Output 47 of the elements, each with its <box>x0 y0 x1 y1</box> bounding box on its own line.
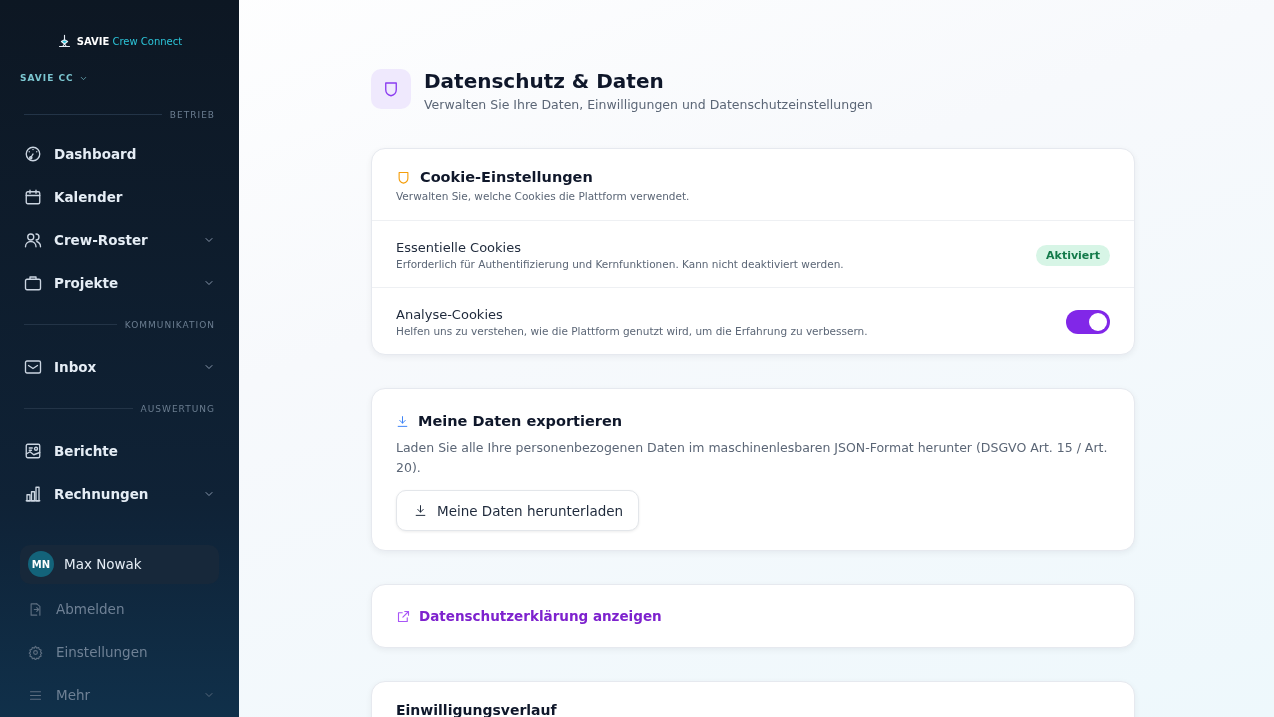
nav-item[interactable]: Abmelden <box>56 601 215 618</box>
setting-description: Helfen uns zu verstehen, wie die Plattform genutzt wird, um die Erfahrung zu verbessern. <box>396 325 869 337</box>
download-icon <box>396 414 409 428</box>
nav-item[interactable]: Einstellungen <box>56 644 215 661</box>
external-link-icon <box>396 608 411 624</box>
briefcase-icon <box>24 273 42 292</box>
privacy-link[interactable]: Datenschutzerklärung anzeigen <box>396 608 662 624</box>
settings-icon <box>28 644 43 660</box>
download-icon <box>414 504 427 517</box>
section-label: KOMMUNIKATION <box>124 319 215 330</box>
workspace-switcher[interactable]: SAVIE CC <box>20 73 74 84</box>
nav-item[interactable]: Inbox <box>54 358 191 375</box>
user-name: Max Nowak <box>64 556 142 573</box>
card-description: Verwalten Sie, welche Cookies die Plattform verwendet. <box>396 190 691 202</box>
gauge-icon <box>24 144 42 163</box>
section-label: AUSWERTUNG <box>140 404 215 414</box>
nav-item[interactable]: Projekte <box>54 274 191 291</box>
shield-icon <box>396 169 411 185</box>
page-subtitle: Verwalten Sie Ihre Daten, Einwilligungen und Datenschutzeinstellungen <box>424 97 873 112</box>
users-icon <box>24 230 42 249</box>
avatar: MN <box>28 551 54 578</box>
card-title: Meine Daten exportieren <box>418 413 623 429</box>
calendar-icon <box>24 187 42 206</box>
logo-icon <box>56 34 72 50</box>
setting-title: Analyse-Cookies <box>396 307 504 322</box>
section-label: BETRIEB <box>169 109 215 120</box>
report-icon <box>24 442 42 460</box>
brand-name: SAVIE <box>76 36 110 48</box>
download-button[interactable]: Meine Daten herunterladen <box>396 490 640 531</box>
toggle-switch[interactable] <box>1066 310 1110 334</box>
bar-chart-icon <box>24 485 42 503</box>
product-name: Crew Connect <box>112 36 183 48</box>
nav-item[interactable]: Berichte <box>54 443 215 459</box>
card-title: Cookie-Einstellungen <box>420 169 593 185</box>
setting-title: Essentielle Cookies <box>396 240 522 255</box>
nav-item[interactable]: Dashboard <box>54 145 215 162</box>
nav-item[interactable]: Kalender <box>54 188 215 205</box>
page-title: Datenschutz & Daten <box>424 69 665 93</box>
setting-description: Erforderlich für Authentifizierung und Kernfunktionen. Kann nicht deaktiviert werden. <box>396 258 845 270</box>
nav-item[interactable]: Rechnungen <box>54 486 191 502</box>
user-menu[interactable]: MN Max Nowak <box>20 544 219 584</box>
shield-icon <box>382 80 400 98</box>
card-description: Laden Sie alle Ihre personenbezogenen Daten im maschinenlesbaren JSON-Format herunter (DSGVO Art. 15 / Art. 20). <box>396 439 1109 477</box>
nav-item[interactable]: Crew-Roster <box>54 231 191 248</box>
mail-icon <box>24 357 42 376</box>
status-badge: Aktiviert <box>1036 244 1110 266</box>
logout-icon <box>28 601 43 617</box>
